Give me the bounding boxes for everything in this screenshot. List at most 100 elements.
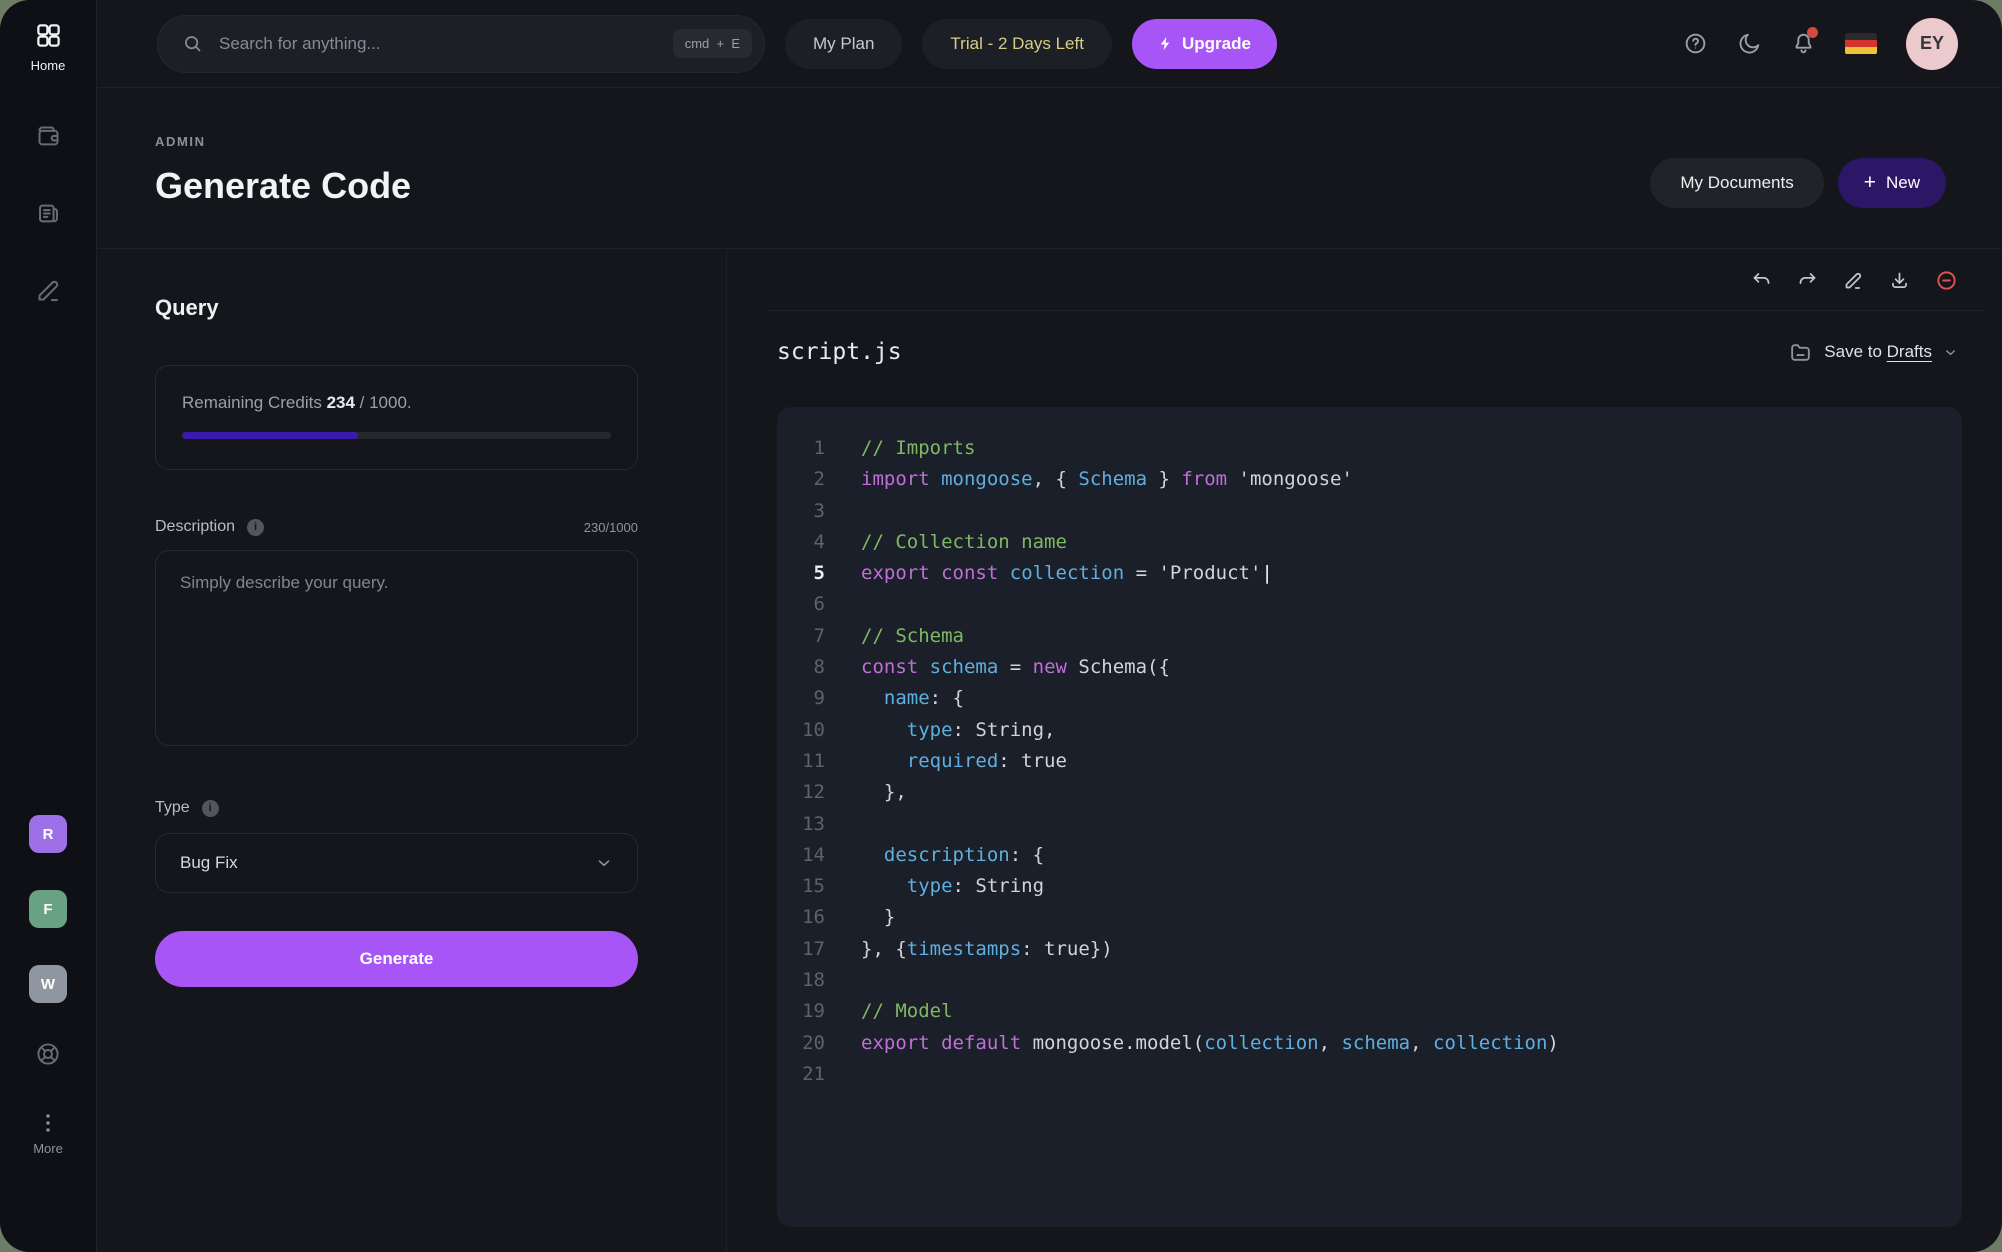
query-panel: Query Remaining Credits 234 / 1000. Desc… [97,249,727,1252]
notification-dot [1807,27,1818,38]
code-line[interactable]: 5 export const collection = 'Product'| [777,558,1962,589]
code-line[interactable]: 8 const schema = new Schema({ [777,652,1962,683]
chevron-down-icon [1943,345,1958,360]
my-documents-button[interactable]: My Documents [1650,158,1823,208]
info-icon[interactable]: i [202,800,219,817]
code-line[interactable]: 18 [777,965,1962,996]
code-line[interactable]: 3 [777,496,1962,527]
page-title: Generate Code [155,165,411,207]
editor-panel: script.js Save to Drafts [727,249,2002,1252]
code-line[interactable]: 9 name: { [777,683,1962,714]
help-icon[interactable] [1683,31,1708,56]
topbar: cmd + E My Plan Trial - 2 Days Left Upgr… [97,0,2002,88]
code-line[interactable]: 21 [777,1059,1962,1090]
save-to-drafts-control[interactable]: Save to Drafts [1788,340,1958,365]
query-description-textarea[interactable] [155,550,638,746]
line-number: 8 [777,652,825,683]
description-label: Description [155,518,235,536]
code-text: description: { [861,840,1044,871]
filename: script.js [777,339,902,365]
main-area: cmd + E My Plan Trial - 2 Days Left Upgr… [97,0,2002,1252]
german-flag-icon[interactable] [1845,33,1877,55]
line-number: 12 [777,777,825,808]
code-line[interactable]: 16 } [777,902,1962,933]
save-to-label: Save to Drafts [1824,342,1932,362]
code-text: // Schema [861,621,964,652]
new-button[interactable]: + New [1838,158,1946,208]
moon-icon[interactable] [1737,31,1762,56]
code-line[interactable]: 11 required: true [777,746,1962,777]
code-text: name: { [861,683,964,714]
code-line[interactable]: 6 [777,589,1962,620]
undo-icon[interactable] [1751,270,1772,291]
sidebar-item-more[interactable]: More [33,1113,63,1156]
code-text: export default mongoose.model(collection… [861,1028,1559,1059]
search-bar[interactable]: cmd + E [157,15,765,73]
code-line[interactable]: 19 // Model [777,996,1962,1027]
code-line[interactable]: 14 description: { [777,840,1962,871]
remove-minus-circle-icon[interactable] [1935,269,1958,292]
code-text: }, [861,777,907,808]
type-select[interactable]: Bug Fix [155,833,638,893]
query-title: Query [155,295,638,321]
drafts-link[interactable]: Drafts [1887,342,1932,361]
code-line[interactable]: 13 [777,809,1962,840]
code-text: // Imports [861,433,975,464]
redo-icon[interactable] [1797,270,1818,291]
pencil-icon[interactable] [35,277,62,304]
generate-button[interactable]: Generate [155,931,638,987]
credits-card: Remaining Credits 234 / 1000. [155,365,638,470]
download-icon[interactable] [1889,270,1910,291]
edit-pencil-icon[interactable] [1843,270,1864,291]
code-line[interactable]: 7// Schema [777,621,1962,652]
code-text: } [861,902,895,933]
code-line[interactable]: 12 }, [777,777,1962,808]
code-text: type: String [861,871,1044,902]
line-number: 14 [777,840,825,871]
my-plan-button[interactable]: My Plan [785,19,902,69]
breadcrumb-eyebrow: ADMIN [155,134,411,149]
code-text: export const collection = 'Product'| [861,558,1273,589]
code-line[interactable]: 10 type: String, [777,715,1962,746]
line-number: 15 [777,871,825,902]
file-row: script.js Save to Drafts [727,311,2002,365]
sidebar-home-label: Home [31,58,66,73]
code-editor[interactable]: 1// Imports2import mongoose, { Schema } … [777,407,1962,1227]
code-line[interactable]: 2import mongoose, { Schema } from 'mongo… [777,464,1962,495]
code-text: // Model [861,996,953,1027]
bell-icon[interactable] [1791,31,1816,56]
code-line[interactable]: 1// Imports [777,433,1962,464]
code-line[interactable]: 20export default mongoose.model(collecti… [777,1028,1962,1059]
credits-progress-track [182,432,611,439]
search-icon [182,33,203,54]
documents-icon[interactable] [35,200,62,227]
code-line[interactable]: 15 type: String [777,871,1962,902]
workspace-avatar-w[interactable]: W [29,965,67,1003]
more-label: More [33,1141,63,1156]
line-number: 10 [777,715,825,746]
line-number: 21 [777,1059,825,1090]
upgrade-button[interactable]: Upgrade [1132,19,1277,69]
user-avatar[interactable]: EY [1906,18,1958,70]
code-line[interactable]: 17}, {timestamps: true}) [777,934,1962,965]
info-icon[interactable]: i [247,519,264,536]
workspace-avatar-r[interactable]: R [29,815,67,853]
description-label-row: Description i [155,518,264,536]
wallet-icon[interactable] [35,123,62,150]
code-text: import mongoose, { Schema } from 'mongoo… [861,464,1353,495]
workspace-avatar-f[interactable]: F [29,890,67,928]
line-number: 19 [777,996,825,1027]
line-number: 17 [777,934,825,965]
trial-status-badge[interactable]: Trial - 2 Days Left [922,19,1112,69]
grid-icon [35,22,62,49]
code-text: const schema = new Schema({ [861,652,1170,683]
dots-vertical-icon [39,1113,57,1133]
code-line[interactable]: 4// Collection name [777,527,1962,558]
sidebar: Home [0,0,97,1252]
sidebar-item-home[interactable]: Home [31,22,66,73]
plus-icon: + [1864,172,1876,193]
line-number: 5 [777,558,825,589]
lightning-bolt-icon [1158,35,1173,52]
search-input[interactable] [217,33,659,55]
lifebuoy-icon[interactable] [34,1040,62,1068]
